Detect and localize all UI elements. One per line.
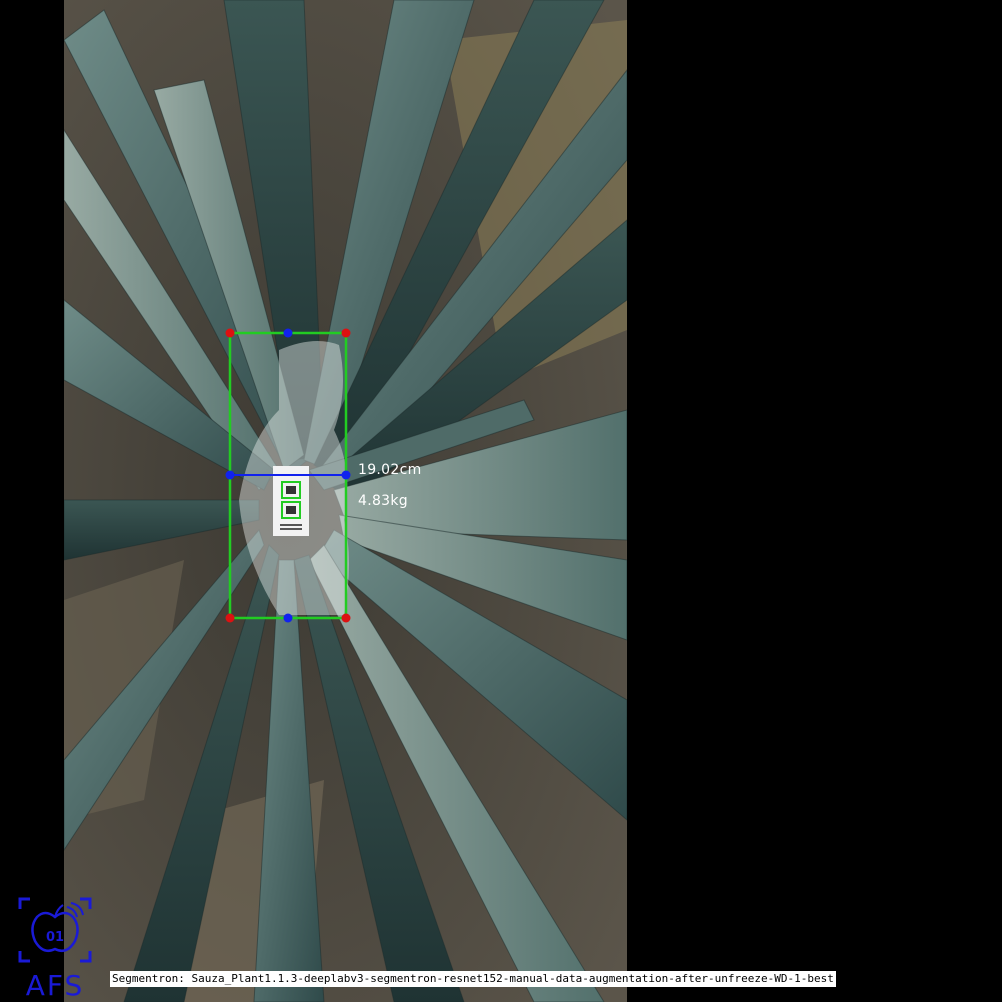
model-caption: Segmentron: Sauza_Plant1.1.3-deeplabv3-s…: [110, 971, 836, 987]
logo-badge: 01: [46, 930, 64, 945]
logo-text: AFS: [26, 969, 85, 1001]
weight-estimate-label: 4.83kg: [358, 493, 408, 509]
afs-logo: 01 AFS: [18, 897, 92, 1001]
agave-plant-photo: [64, 0, 627, 1002]
width-measurement-label: 19.02cm: [358, 462, 422, 478]
